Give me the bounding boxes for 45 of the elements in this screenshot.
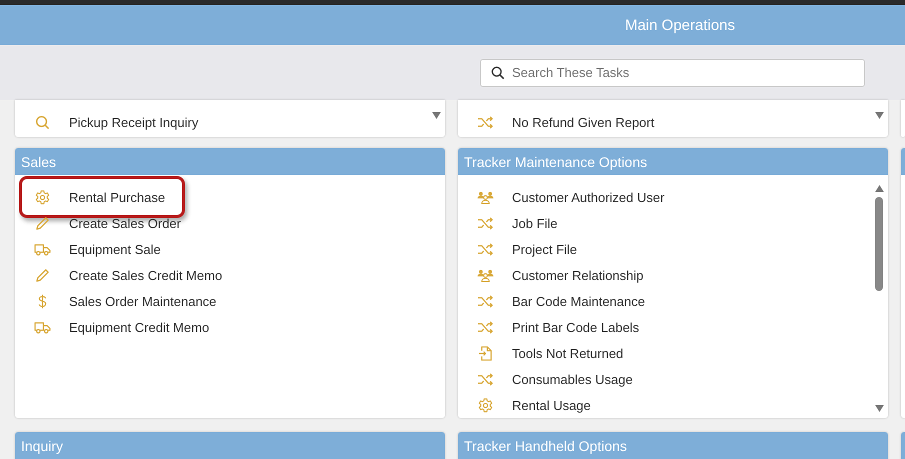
scroll-down-arrow[interactable] xyxy=(875,112,884,119)
scroll-down-arrow[interactable] xyxy=(874,405,884,412)
task-item[interactable]: Customer Relationship xyxy=(458,262,872,288)
panel-title: Sales xyxy=(21,154,56,170)
dollar-icon xyxy=(38,294,46,308)
panel-title: Tracker Maintenance Options xyxy=(464,154,648,170)
truck-icon xyxy=(34,320,50,334)
task-item[interactable]: Consumables Usage xyxy=(458,366,872,392)
pencil-icon xyxy=(34,268,50,282)
task-item[interactable]: Equipment Credit Memo xyxy=(15,314,445,340)
search-icon xyxy=(34,114,50,130)
panel-title: Inquiry xyxy=(21,438,64,454)
shuffle-icon xyxy=(476,242,494,256)
users-icon xyxy=(476,268,494,282)
gear-icon xyxy=(478,398,492,412)
task-item[interactable]: Create Sales Order xyxy=(15,210,445,236)
task-item[interactable]: Job File xyxy=(458,210,872,236)
scrollbar-thumb[interactable] xyxy=(875,197,883,291)
shuffle-icon xyxy=(476,320,494,334)
shuffle-icon xyxy=(476,372,494,386)
panel-title: Tracker Handheld Options xyxy=(464,438,627,454)
task-item[interactable]: Project File xyxy=(458,236,872,262)
task-item[interactable]: Tools Not Returned xyxy=(458,340,872,366)
task-item[interactable]: Create Sales Credit Memo xyxy=(15,262,445,288)
task-item[interactable]: Print Bar Code Labels xyxy=(458,314,872,340)
task-item[interactable]: No Refund Given Report xyxy=(458,109,888,135)
shuffle-icon xyxy=(476,216,494,230)
task-item[interactable]: Rental Usage xyxy=(458,392,872,418)
scroll-up-arrow[interactable] xyxy=(874,185,884,192)
file-import-icon xyxy=(478,346,492,360)
truck-icon xyxy=(34,242,50,256)
task-item[interactable]: Bar Code Maintenance xyxy=(458,288,872,314)
search-field[interactable]: Search These Tasks xyxy=(480,58,865,86)
shuffle-icon xyxy=(476,114,494,130)
task-item[interactable]: Equipment Sale xyxy=(15,236,445,262)
task-item[interactable]: Pickup Receipt Inquiry xyxy=(15,109,445,135)
page-title: Main Operations xyxy=(624,16,736,34)
task-item[interactable]: Customer Authorized User xyxy=(458,184,872,210)
shuffle-icon xyxy=(476,294,494,308)
task-item[interactable]: Sales Order Maintenance xyxy=(15,288,445,314)
pencil-icon xyxy=(34,216,50,230)
users-icon xyxy=(476,190,494,204)
gear-icon xyxy=(34,190,50,204)
scroll-down-arrow[interactable] xyxy=(432,112,441,119)
task-item[interactable]: Rental Purchase xyxy=(15,184,445,210)
